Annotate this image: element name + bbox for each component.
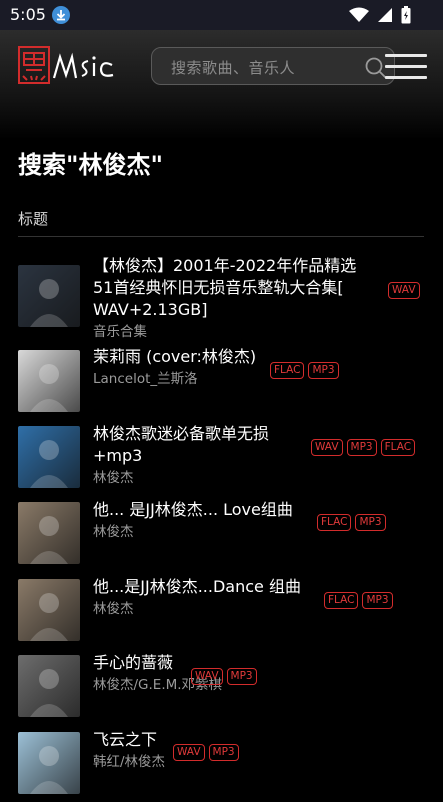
- page-title: 搜索"林俊杰": [18, 151, 164, 179]
- item-title: 【林俊杰】2001年-2022年作品精选: [93, 256, 357, 275]
- item-artist: Lancelot_兰斯洛: [93, 371, 198, 387]
- format-badges: WAV: [388, 282, 420, 299]
- list-item[interactable]: 飞云之下韩红/林俊杰 WAV MP3: [18, 730, 428, 802]
- divider: [18, 236, 424, 237]
- format-badges: FLAC MP3: [324, 592, 393, 609]
- list-item[interactable]: 他...是JJ林俊杰...Dance 组曲 林俊杰 FLAC MP3: [18, 577, 428, 649]
- signal-icon: [378, 8, 392, 22]
- format-badge: FLAC: [324, 592, 359, 609]
- item-artist: 林俊杰: [93, 470, 134, 486]
- album-thumbnail[interactable]: [18, 426, 80, 488]
- menu-button[interactable]: [385, 52, 429, 82]
- item-artist: 林俊杰: [93, 524, 134, 540]
- list-item[interactable]: 手心的蔷薇 林俊杰/G.E.M.邓紫棋 WAV MP3: [18, 653, 428, 725]
- item-title: 飞云之下: [93, 730, 158, 749]
- status-time: 5:05: [10, 5, 46, 24]
- item-title: 茉莉雨 (cover:林俊杰): [93, 347, 257, 366]
- item-title: 他...是JJ林俊杰...Dance 组曲: [93, 577, 301, 596]
- album-thumbnail[interactable]: [18, 502, 80, 564]
- format-badges: WAV MP3: [191, 668, 257, 685]
- item-artist: 林俊杰: [93, 601, 134, 617]
- item-title: 51首经典怀旧无损音乐整轨大合集[: [93, 278, 344, 297]
- format-badges: FLAC MP3: [270, 362, 339, 379]
- format-badges: FLAC MP3: [317, 514, 386, 531]
- wifi-icon: [349, 7, 369, 22]
- format-badge: MP3: [362, 592, 393, 609]
- status-bar: 5:05: [0, 0, 443, 30]
- format-badge: FLAC: [317, 514, 352, 531]
- list-item[interactable]: 【林俊杰】2001年-2022年作品精选 51首经典怀旧无损音乐整轨大合集[ WAV…: [18, 256, 428, 340]
- system-icons: [349, 6, 411, 24]
- item-title: 他... 是JJ林俊杰... Love组曲: [93, 500, 293, 519]
- format-badge: MP3: [208, 744, 239, 761]
- download-icon: [52, 6, 70, 24]
- format-badge: FLAC: [270, 362, 305, 379]
- item-title: WAV+2.13GB]: [93, 300, 208, 319]
- list-item[interactable]: 茉莉雨 (cover:林俊杰) Lancelot_兰斯洛 FLAC MP3: [18, 347, 428, 419]
- item-title: +mp3: [93, 446, 143, 465]
- item-artist: 韩红/林俊杰: [93, 754, 166, 770]
- album-thumbnail[interactable]: [18, 655, 80, 717]
- item-title: 林俊杰歌迷必备歌单无损: [93, 424, 270, 443]
- list-item[interactable]: 他... 是JJ林俊杰... Love组曲 林俊杰 FLAC MP3: [18, 500, 428, 572]
- format-badges: WAV MP3 FLAC: [311, 439, 416, 456]
- format-badge: WAV: [173, 744, 205, 761]
- item-title: 手心的蔷薇: [93, 653, 174, 672]
- format-badges: WAV MP3: [173, 744, 239, 761]
- album-thumbnail[interactable]: [18, 579, 80, 641]
- album-thumbnail[interactable]: [18, 265, 80, 327]
- list-item[interactable]: 林俊杰歌迷必备歌单无损 +mp3 林俊杰 WAV MP3 FLAC: [18, 424, 428, 496]
- format-badge: WAV: [388, 282, 420, 299]
- format-badge: FLAC: [380, 439, 416, 456]
- format-badge: MP3: [226, 668, 257, 685]
- section-label: 标题: [18, 210, 49, 228]
- format-badge: MP3: [346, 439, 377, 456]
- album-thumbnail[interactable]: [18, 350, 80, 412]
- format-badge: MP3: [308, 362, 339, 379]
- search-placeholder: 搜索歌曲、音乐人: [171, 59, 296, 77]
- format-badge: MP3: [355, 514, 386, 531]
- album-thumbnail[interactable]: [18, 732, 80, 794]
- format-badge: WAV: [191, 668, 223, 685]
- app-logo[interactable]: [18, 45, 118, 87]
- search-input[interactable]: 搜索歌曲、音乐人: [151, 47, 395, 85]
- format-badge: WAV: [311, 439, 343, 456]
- item-artist: 音乐合集: [93, 324, 147, 340]
- menu-icon: [385, 54, 427, 57]
- battery-icon: [401, 6, 411, 24]
